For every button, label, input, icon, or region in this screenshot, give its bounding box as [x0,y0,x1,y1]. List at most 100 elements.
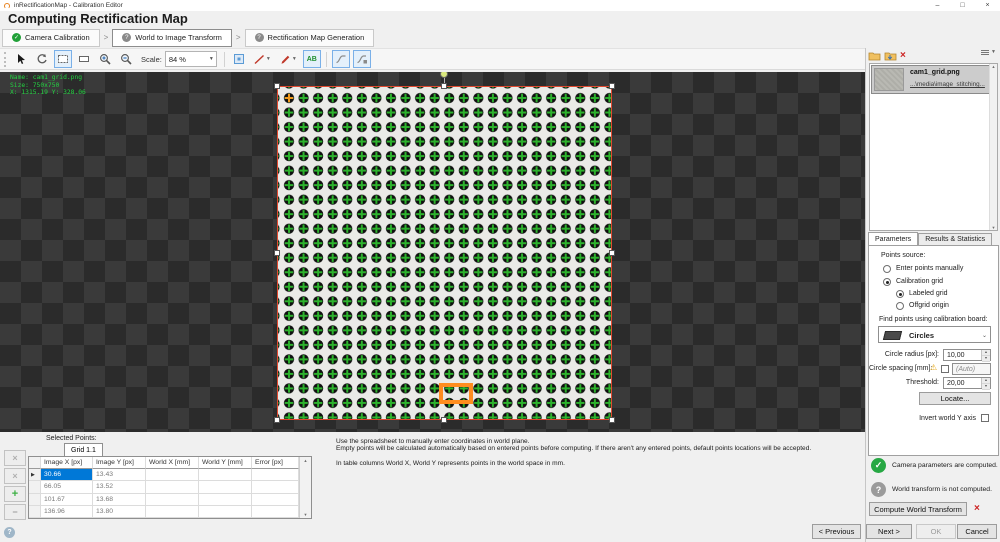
delete-point-button[interactable]: × [4,450,26,466]
labels-toggle-button[interactable]: AB [303,50,321,68]
circle-radius-input[interactable]: 10,00 ▲▼ [943,349,991,361]
rectangle-tool-button[interactable] [75,50,93,68]
selection-handle-top-left[interactable] [274,83,280,89]
radio-label[interactable]: Enter points manually [896,265,963,272]
selection-handle-bottom-center[interactable] [441,417,447,423]
locate-button[interactable]: Locate... [919,392,991,405]
board-type-combo[interactable]: Circles ⌄ [878,326,991,343]
selected-points-table[interactable]: Image X [px] Image Y [px] World X [mm] W… [28,456,312,519]
table-cell[interactable] [199,494,252,506]
table-cell[interactable]: 136.96 [41,506,93,518]
table-cell[interactable] [199,469,252,481]
add-folder-icon[interactable] [884,50,897,61]
rotation-handle[interactable] [440,72,448,78]
scroll-up-icon[interactable]: ▲ [992,64,996,69]
selection-handle-top-right[interactable] [609,83,615,89]
table-cell[interactable] [252,481,299,493]
file-list-item-selected[interactable]: cam1_grid.png ...\media\image_stitching.… [871,65,990,94]
table-cell[interactable]: 13.43 [93,469,146,481]
column-header[interactable]: World Y [mm] [199,457,252,469]
table-cell-selected[interactable]: 30.66 [41,469,93,481]
help-icon[interactable]: ? [4,527,15,538]
rotate-tool-button[interactable] [33,50,51,68]
table-cell[interactable]: 101.67 [41,494,93,506]
scroll-down-icon[interactable]: ▼ [304,512,308,517]
radio-enter-points-manually[interactable] [883,265,891,273]
measure-tool-button[interactable]: ▼ [277,50,300,68]
tab-rectification-map-generation[interactable]: ? Rectification Map Generation [245,29,375,47]
circle-spacing-input[interactable]: (Auto) [952,363,991,375]
column-header[interactable]: Image Y [px] [93,457,146,469]
radio-label[interactable]: Offgrid origin [909,302,949,309]
table-cell[interactable]: 13.80 [93,506,146,518]
column-header[interactable]: Image X [px] [41,457,93,469]
table-cell[interactable]: 13.52 [93,481,146,493]
profile-curve-button[interactable] [332,50,350,68]
invert-world-y-label[interactable]: Invert world Y axis [869,415,976,422]
file-path-link[interactable]: ...\media\image_stitching... [910,81,985,88]
minimize-button[interactable]: – [925,0,950,11]
tab-world-to-image-transform[interactable]: ? World to Image Transform [112,29,232,47]
cursor-tool-button[interactable] [12,50,30,68]
radio-label[interactable]: Calibration grid [896,278,943,285]
line-tool-button[interactable]: ▼ [251,50,274,68]
remove-image-button[interactable]: × [900,51,906,61]
radio-calibration-grid[interactable] [883,278,891,286]
threshold-input[interactable]: 20,00 ▲▼ [943,377,991,389]
file-list-scrollbar[interactable]: ▲ ▼ [989,64,997,230]
selection-handle-mid-right[interactable] [609,250,615,256]
ok-button[interactable]: OK [916,524,956,539]
image-file-list[interactable]: cam1_grid.png ...\media\image_stitching.… [869,63,998,231]
view-mode-button[interactable]: ▼ [981,49,996,55]
radio-offgrid-origin[interactable] [896,302,904,310]
grid-tab[interactable]: Grid 1.1 [64,443,103,456]
previous-button[interactable]: < Previous [812,524,861,539]
region-select-tool-button[interactable] [54,50,72,68]
tab-camera-calibration[interactable]: ✓ Camera Calibration [2,29,100,47]
table-cell[interactable] [252,494,299,506]
spin-down-icon[interactable]: ▼ [982,384,990,390]
close-button[interactable]: × [975,0,1000,11]
table-cell[interactable] [199,481,252,493]
next-button[interactable]: Next > [866,524,912,539]
table-cell[interactable] [252,506,299,518]
radio-labeled-grid[interactable] [896,290,904,298]
zoom-out-button[interactable] [117,50,135,68]
remove-point-button[interactable]: − [4,504,26,520]
toolbar-grip[interactable] [4,52,7,67]
selection-handle-bottom-left[interactable] [274,417,280,423]
image-viewer[interactable]: Name: cam1_grid.png Size: 750x750 X: 131… [0,72,865,432]
zoom-in-button[interactable] [96,50,114,68]
selection-handle-bottom-right[interactable] [609,417,615,423]
table-cell[interactable]: 66.05 [41,481,93,493]
add-point-button[interactable]: + [4,486,26,502]
table-cell[interactable] [199,506,252,518]
table-scrollbar[interactable]: ▲ ▼ [299,457,311,518]
selection-handle-top-center[interactable] [441,83,447,89]
spinner[interactable]: ▲▼ [981,378,990,388]
calibration-grid-image[interactable] [277,86,612,420]
table-cell[interactable]: 13.68 [93,494,146,506]
table-cell[interactable] [146,494,199,506]
maximize-button[interactable]: □ [950,0,975,11]
cancel-button[interactable]: Cancel [957,524,997,539]
invert-world-y-checkbox[interactable] [981,414,989,422]
spin-down-icon[interactable]: ▼ [982,356,990,362]
column-header[interactable]: World X [mm] [146,457,199,469]
table-cell[interactable] [146,469,199,481]
compute-world-transform-button[interactable]: Compute World Transform [869,502,967,516]
selection-handle-mid-left[interactable] [274,250,280,256]
scroll-up-icon[interactable]: ▲ [304,458,308,463]
table-cell[interactable] [252,469,299,481]
tab-parameters[interactable]: Parameters [868,232,918,246]
radio-label[interactable]: Labeled grid [909,290,948,297]
edit-curve-button[interactable] [353,50,371,68]
column-header[interactable]: Error [px] [252,457,299,469]
open-folder-icon[interactable] [868,50,881,61]
table-cell[interactable] [146,481,199,493]
scale-combo[interactable]: 84 % ▼ [165,51,217,67]
circle-spacing-checkbox[interactable] [941,365,949,373]
spinner[interactable]: ▲▼ [981,350,990,360]
fit-image-button[interactable] [230,50,248,68]
delete-all-points-button[interactable]: × [4,468,26,484]
